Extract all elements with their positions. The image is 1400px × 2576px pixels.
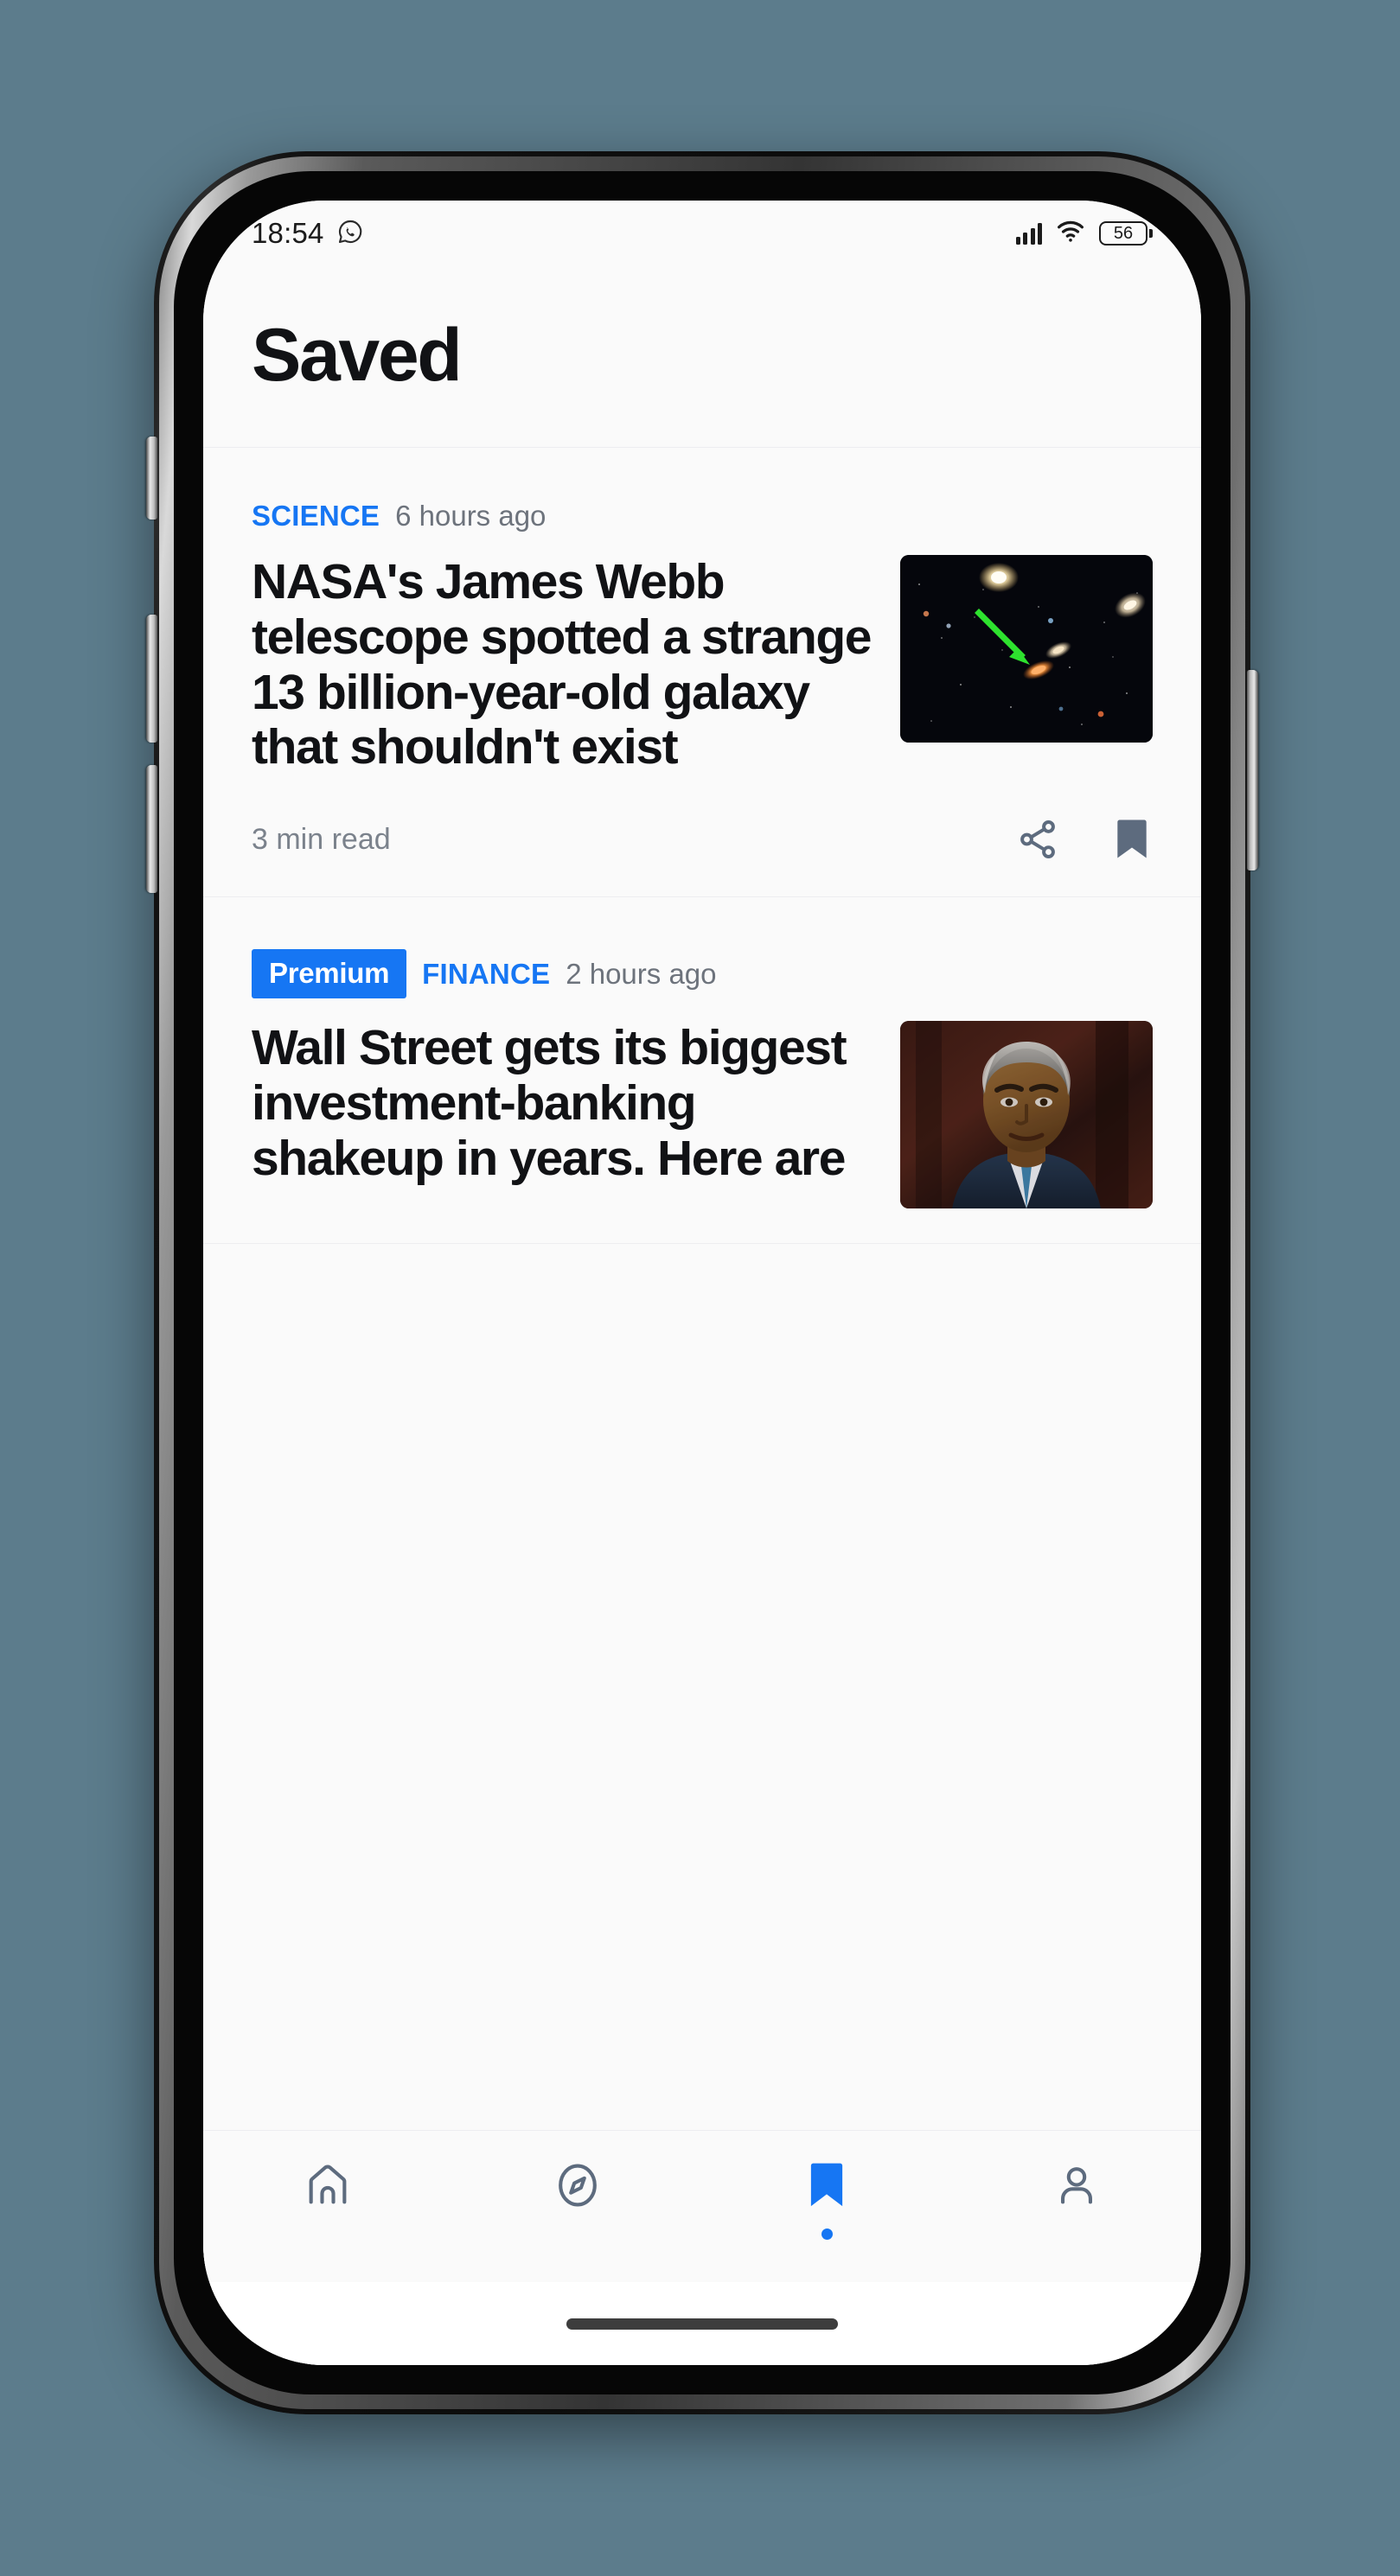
status-bar-right: 56 bbox=[1015, 220, 1153, 248]
battery-level: 56 bbox=[1113, 223, 1134, 243]
article-thumbnail[interactable] bbox=[900, 555, 1153, 743]
nav-item-home[interactable] bbox=[203, 2160, 453, 2240]
nav-item-explore[interactable] bbox=[453, 2160, 703, 2240]
article-card[interactable]: Premium FINANCE 2 hours ago Wall Street … bbox=[203, 897, 1201, 1245]
phone-screen: 18:54 56 Saved SCIENCE 6 hours ago NASA'… bbox=[203, 201, 1201, 2365]
status-bar: 18:54 56 bbox=[203, 201, 1201, 266]
article-body: Wall Street gets its biggest investment-… bbox=[252, 1020, 1153, 1209]
article-headline[interactable]: Wall Street gets its biggest investment-… bbox=[252, 1020, 878, 1186]
share-icon[interactable] bbox=[1016, 818, 1059, 861]
nav-active-indicator bbox=[821, 2228, 833, 2240]
volume-up-button[interactable] bbox=[146, 615, 157, 743]
article-timestamp: 2 hours ago bbox=[566, 957, 717, 990]
status-bar-left: 18:54 bbox=[252, 217, 364, 250]
battery-icon: 56 bbox=[1099, 221, 1153, 245]
saved-articles-feed[interactable]: SCIENCE 6 hours ago NASA's James Webb te… bbox=[203, 448, 1201, 2130]
article-meta: SCIENCE 6 hours ago bbox=[252, 500, 1153, 532]
article-timestamp: 6 hours ago bbox=[395, 500, 547, 532]
article-thumbnail[interactable] bbox=[900, 1021, 1153, 1209]
article-category[interactable]: SCIENCE bbox=[252, 500, 380, 532]
volume-down-button[interactable] bbox=[146, 765, 157, 893]
nav-item-saved[interactable] bbox=[702, 2160, 952, 2240]
app-content: Saved SCIENCE 6 hours ago NASA's James W… bbox=[203, 266, 1201, 2365]
page-header: Saved bbox=[203, 266, 1201, 448]
home-indicator-area bbox=[203, 2282, 1201, 2365]
article-headline[interactable]: NASA's James Webb telescope spotted a st… bbox=[252, 554, 878, 775]
whatsapp-icon bbox=[336, 218, 364, 250]
page-title: Saved bbox=[252, 314, 463, 397]
article-meta: Premium FINANCE 2 hours ago bbox=[252, 949, 1153, 999]
phone-frame: 18:54 56 Saved SCIENCE 6 hours ago NASA'… bbox=[146, 151, 1258, 2414]
phone-bezel-outer: 18:54 56 Saved SCIENCE 6 hours ago NASA'… bbox=[159, 156, 1245, 2409]
home-icon bbox=[303, 2160, 353, 2215]
person-icon bbox=[1052, 2160, 1102, 2215]
compass-icon bbox=[553, 2160, 603, 2215]
status-time: 18:54 bbox=[252, 217, 324, 249]
article-read-time: 3 min read bbox=[252, 822, 391, 856]
nav-item-profile[interactable] bbox=[952, 2160, 1202, 2240]
silence-switch[interactable] bbox=[146, 437, 157, 520]
phone-bezel-inner: 18:54 56 Saved SCIENCE 6 hours ago NASA'… bbox=[174, 171, 1231, 2394]
home-indicator[interactable] bbox=[566, 2318, 838, 2330]
article-body: NASA's James Webb telescope spotted a st… bbox=[252, 554, 1153, 775]
cellular-signal-icon bbox=[1015, 222, 1042, 245]
power-button[interactable] bbox=[1247, 670, 1258, 870]
article-card[interactable]: SCIENCE 6 hours ago NASA's James Webb te… bbox=[203, 448, 1201, 898]
wifi-icon bbox=[1056, 220, 1085, 248]
premium-badge: Premium bbox=[252, 949, 407, 999]
bottom-navigation-bar bbox=[203, 2130, 1201, 2282]
article-category[interactable]: FINANCE bbox=[422, 958, 550, 991]
article-footer: 3 min read bbox=[252, 817, 1153, 862]
bookmark-icon bbox=[807, 2160, 847, 2215]
bookmark-filled-icon[interactable] bbox=[1111, 817, 1153, 862]
article-actions bbox=[1016, 817, 1153, 862]
